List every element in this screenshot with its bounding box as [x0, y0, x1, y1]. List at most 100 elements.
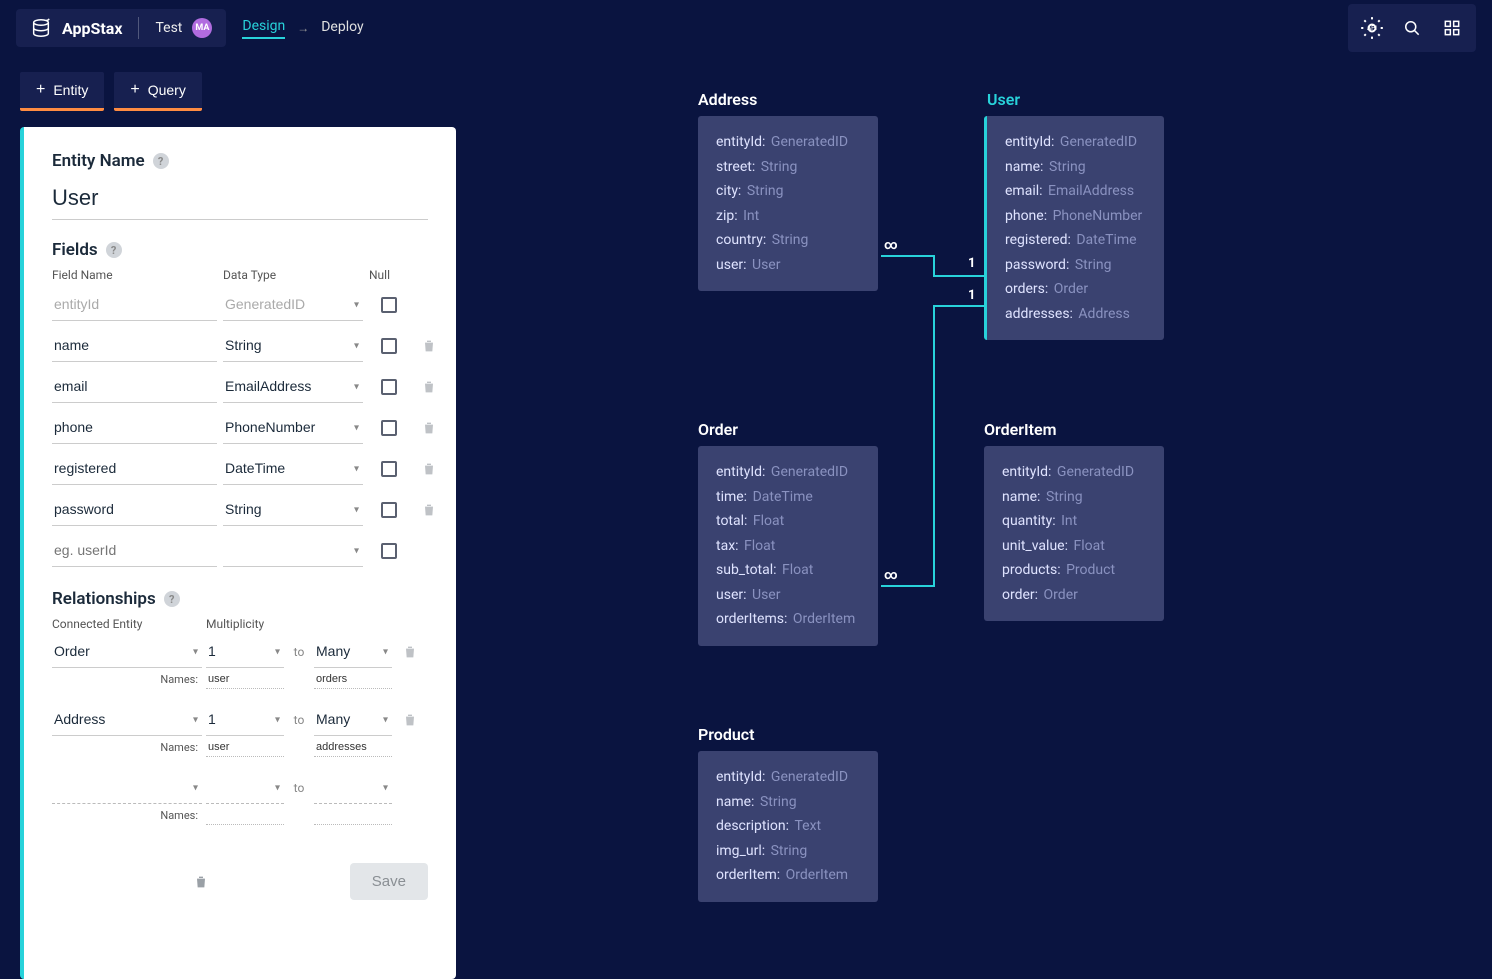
cardinality-inf: ∞ — [884, 568, 898, 583]
field-name-input[interactable] — [52, 370, 217, 403]
field-row — [52, 288, 428, 321]
entity-field: entityId: GeneratedID — [1005, 130, 1146, 155]
delete-field-button[interactable] — [420, 419, 438, 437]
entity-user[interactable]: User entityId: GeneratedIDname: Stringem… — [984, 116, 1164, 340]
field-name-input[interactable] — [52, 288, 217, 321]
null-checkbox[interactable] — [381, 379, 397, 395]
help-icon[interactable]: ? — [153, 153, 169, 169]
null-checkbox[interactable] — [381, 502, 397, 518]
cardinality-one: 1 — [968, 288, 975, 303]
tab-design[interactable]: Design — [242, 18, 285, 39]
cardinality-one: 1 — [968, 256, 975, 271]
rel-entity-select[interactable] — [52, 703, 202, 736]
entity-orderitem[interactable]: OrderItem entityId: GeneratedIDname: Str… — [984, 446, 1164, 621]
field-name-input[interactable] — [52, 534, 217, 567]
entity-field: phone: PhoneNumber — [1005, 204, 1146, 229]
brand-box[interactable]: AppStax Test MA — [16, 9, 226, 47]
delete-field-button[interactable] — [420, 378, 438, 396]
rel-right-name[interactable] — [314, 738, 392, 757]
entity-field: quantity: Int — [1002, 509, 1146, 534]
delete-field-button[interactable] — [420, 337, 438, 355]
add-entity-button[interactable]: + Entity — [20, 72, 104, 111]
null-checkbox[interactable] — [381, 297, 397, 313]
delete-rel-button[interactable] — [401, 711, 419, 729]
help-icon[interactable]: ? — [106, 242, 122, 258]
null-checkbox[interactable] — [381, 420, 397, 436]
rel-left-name[interactable] — [206, 738, 284, 757]
rel-entity-select[interactable] — [52, 635, 202, 668]
null-checkbox[interactable] — [381, 338, 397, 354]
field-type-select[interactable] — [223, 493, 363, 526]
field-type-select[interactable] — [223, 288, 363, 321]
save-button[interactable]: Save — [350, 863, 428, 900]
field-row — [52, 493, 428, 526]
entity-field: user: User — [716, 583, 860, 608]
null-checkbox[interactable] — [381, 461, 397, 477]
canvas[interactable]: ∞ 1 ∞ 1 Address entityId: GeneratedIDstr… — [456, 56, 1492, 979]
entity-body: entityId: GeneratedIDname: Stringemail: … — [987, 116, 1164, 340]
delete-field-button[interactable] — [420, 460, 438, 478]
fields-container — [52, 288, 428, 567]
field-row-empty — [52, 534, 428, 567]
to-label: to — [288, 645, 310, 659]
field-name-input[interactable] — [52, 452, 217, 485]
rel-left-mult[interactable] — [206, 703, 284, 736]
delete-entity-button[interactable] — [192, 873, 210, 891]
entity-body: entityId: GeneratedIDname: Stringquantit… — [984, 446, 1164, 621]
search-icon[interactable] — [1392, 8, 1432, 48]
field-name-input[interactable] — [52, 411, 217, 444]
rel-right-mult[interactable] — [314, 703, 392, 736]
avatar[interactable]: MA — [192, 18, 212, 38]
entity-field: entityId: GeneratedID — [716, 460, 860, 485]
entity-name-label: Entity Name — [52, 151, 145, 171]
entity-field: time: DateTime — [716, 485, 860, 510]
entity-title: Address — [698, 90, 757, 109]
entity-field: password: String — [1005, 253, 1146, 278]
rel-left-mult[interactable] — [206, 771, 284, 804]
help-icon[interactable]: ? — [164, 591, 180, 607]
rel-left-name[interactable] — [206, 806, 284, 825]
relationship-names: Names: — [52, 806, 428, 825]
tab-deploy[interactable]: Deploy — [321, 19, 363, 38]
col-null: Null — [369, 268, 409, 282]
relationships-section: Relationships ? Connected Entity Multipl… — [52, 589, 428, 825]
entity-field: name: String — [716, 790, 860, 815]
rel-right-mult[interactable] — [314, 635, 392, 668]
entity-address[interactable]: Address entityId: GeneratedIDstreet: Str… — [698, 116, 878, 291]
logo-icon — [30, 17, 52, 39]
entity-name-input[interactable] — [52, 179, 428, 220]
entity-field: entityId: GeneratedID — [1002, 460, 1146, 485]
delete-rel-button[interactable] — [401, 643, 419, 661]
add-query-label: Query — [148, 82, 186, 98]
field-type-select[interactable] — [223, 534, 363, 567]
apps-grid-icon[interactable] — [1432, 8, 1472, 48]
field-type-select[interactable] — [223, 452, 363, 485]
add-query-button[interactable]: + Query — [114, 72, 201, 111]
api-settings-icon[interactable]: API — [1352, 8, 1392, 48]
null-checkbox[interactable] — [381, 543, 397, 559]
entity-body: entityId: GeneratedIDstreet: Stringcity:… — [698, 116, 878, 291]
plus-icon: + — [130, 82, 139, 98]
field-name-input[interactable] — [52, 329, 217, 362]
field-name-input[interactable] — [52, 493, 217, 526]
topbar-left: AppStax Test MA Design → Deploy — [16, 9, 364, 47]
col-multiplicity: Multiplicity — [206, 617, 284, 631]
rel-entity-select[interactable] — [52, 771, 202, 804]
rel-right-name[interactable] — [314, 806, 392, 825]
field-type-select[interactable] — [223, 329, 363, 362]
entity-body: entityId: GeneratedIDtime: DateTimetotal… — [698, 446, 878, 646]
entity-product[interactable]: Product entityId: GeneratedIDname: Strin… — [698, 751, 878, 902]
field-type-select[interactable] — [223, 370, 363, 403]
rel-right-name[interactable] — [314, 670, 392, 689]
fields-header: Field Name Data Type Null — [52, 268, 428, 282]
delete-field-button[interactable] — [420, 501, 438, 519]
entity-order[interactable]: Order entityId: GeneratedIDtime: DateTim… — [698, 446, 878, 646]
names-label: Names: — [52, 741, 202, 754]
entity-field: order: Order — [1002, 583, 1146, 608]
editor-scroll[interactable]: Entity Name ? Fields ? Field Name Data T… — [24, 127, 456, 979]
rel-right-mult[interactable] — [314, 771, 392, 804]
field-type-select[interactable] — [223, 411, 363, 444]
rel-left-mult[interactable] — [206, 635, 284, 668]
rel-left-name[interactable] — [206, 670, 284, 689]
entity-editor: Entity Name ? Fields ? Field Name Data T… — [20, 127, 456, 979]
